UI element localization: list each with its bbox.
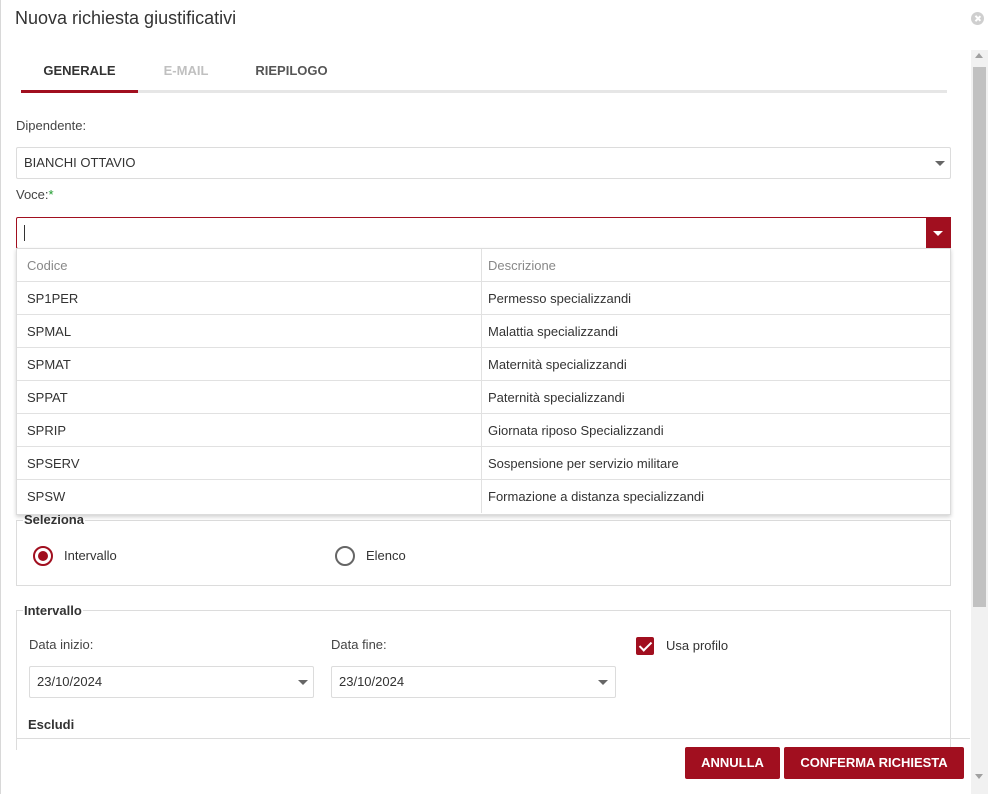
radio-intervallo-label: Intervallo [64,548,117,563]
data-fine-picker[interactable]: 23/10/2024 [331,666,616,698]
scroll-down-icon[interactable] [975,774,983,779]
data-inizio-picker[interactable]: 23/10/2024 [29,666,314,698]
voce-dropdown-list: Codice Descrizione SP1PER Permesso speci… [16,248,951,515]
scroll-up-icon[interactable] [975,53,983,58]
dialog: Nuova richiesta giustificativi GENERALE … [0,0,999,794]
close-icon[interactable] [971,12,984,25]
item-codice: SPSW [27,489,66,504]
list-item[interactable]: SPSERV Sospensione per servizio militare [17,447,950,480]
item-descrizione: Sospensione per servizio militare [488,456,679,471]
data-fine-value: 23/10/2024 [339,674,405,689]
voce-input[interactable] [16,217,951,249]
radio-intervallo[interactable] [33,546,53,566]
tab-bar: GENERALE E-MAIL RIEPILOGO [21,52,947,93]
item-descrizione: Giornata riposo Specializzandi [488,423,664,438]
list-item[interactable]: SPPAT Paternità specializzandi [17,381,950,414]
data-inizio-label: Data inizio: [29,637,94,652]
list-item[interactable]: SPMAT Maternità specializzandi [17,348,950,381]
voce-label: Voce:* [16,187,54,202]
chevron-down-icon[interactable] [598,680,608,685]
data-fine-label: Data fine: [331,637,387,652]
text-cursor [24,225,25,241]
item-codice: SPRIP [27,423,67,438]
list-item[interactable]: SP1PER Permesso specializzandi [17,282,950,315]
chevron-down-icon[interactable] [298,680,308,685]
conferma-richiesta-button[interactable]: CONFERMA RICHIESTA [784,747,964,779]
footer-divider [16,738,970,739]
list-item[interactable]: SPMAL Malattia specializzandi [17,315,950,348]
chevron-down-icon [933,231,943,236]
item-descrizione: Malattia specializzandi [488,324,619,339]
radio-elenco-label: Elenco [366,548,406,563]
dipendente-value: BIANCHI OTTAVIO [24,155,136,170]
data-inizio-value: 23/10/2024 [37,674,103,689]
dipendente-select[interactable]: BIANCHI OTTAVIO [16,147,951,179]
item-codice: SPMAT [27,357,71,372]
required-mark: * [48,187,54,202]
tab-generale[interactable]: GENERALE [21,52,138,93]
seleziona-fieldset [16,520,951,586]
scrollbar[interactable] [971,50,988,794]
list-item[interactable]: SPSW Formazione a distanza specializzand… [17,480,950,513]
item-descrizione: Maternità specializzandi [488,357,627,372]
item-codice: SPSERV [27,456,80,471]
dialog-title: Nuova richiesta giustificativi [15,8,237,28]
item-descrizione: Permesso specializzandi [488,291,632,306]
item-descrizione: Formazione a distanza specializzandi [488,489,705,504]
usa-profilo-checkbox[interactable] [636,637,654,655]
escludi-label: Escludi [27,717,76,732]
annulla-button[interactable]: ANNULLA [685,747,780,779]
item-descrizione: Paternità specializzandi [488,390,625,405]
item-codice: SP1PER [27,291,79,306]
voce-dropdown-button[interactable] [926,217,951,249]
column-descrizione: Descrizione [488,258,556,273]
list-item[interactable]: SPRIP Giornata riposo Specializzandi [17,414,950,447]
dropdown-header: Codice Descrizione [17,249,950,282]
usa-profilo-label: Usa profilo [666,638,729,653]
tab-email: E-MAIL [163,63,209,78]
item-codice: SPMAL [27,324,72,339]
column-codice: Codice [27,258,68,273]
chevron-down-icon [935,161,945,166]
radio-elenco[interactable] [335,546,355,566]
scroll-thumb[interactable] [973,67,986,607]
intervallo-legend: Intervallo [23,603,83,618]
tab-riepilogo[interactable]: RIEPILOGO [249,52,334,92]
dipendente-label: Dipendente: [16,118,87,133]
item-codice: SPPAT [27,390,68,405]
